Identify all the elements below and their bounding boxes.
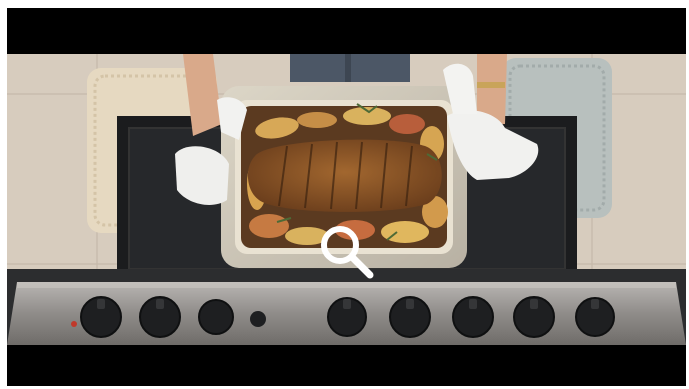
video-frame[interactable] — [7, 54, 686, 345]
search-icon[interactable] — [318, 223, 376, 281]
video-player[interactable] — [7, 8, 686, 386]
video-scene — [7, 54, 686, 345]
